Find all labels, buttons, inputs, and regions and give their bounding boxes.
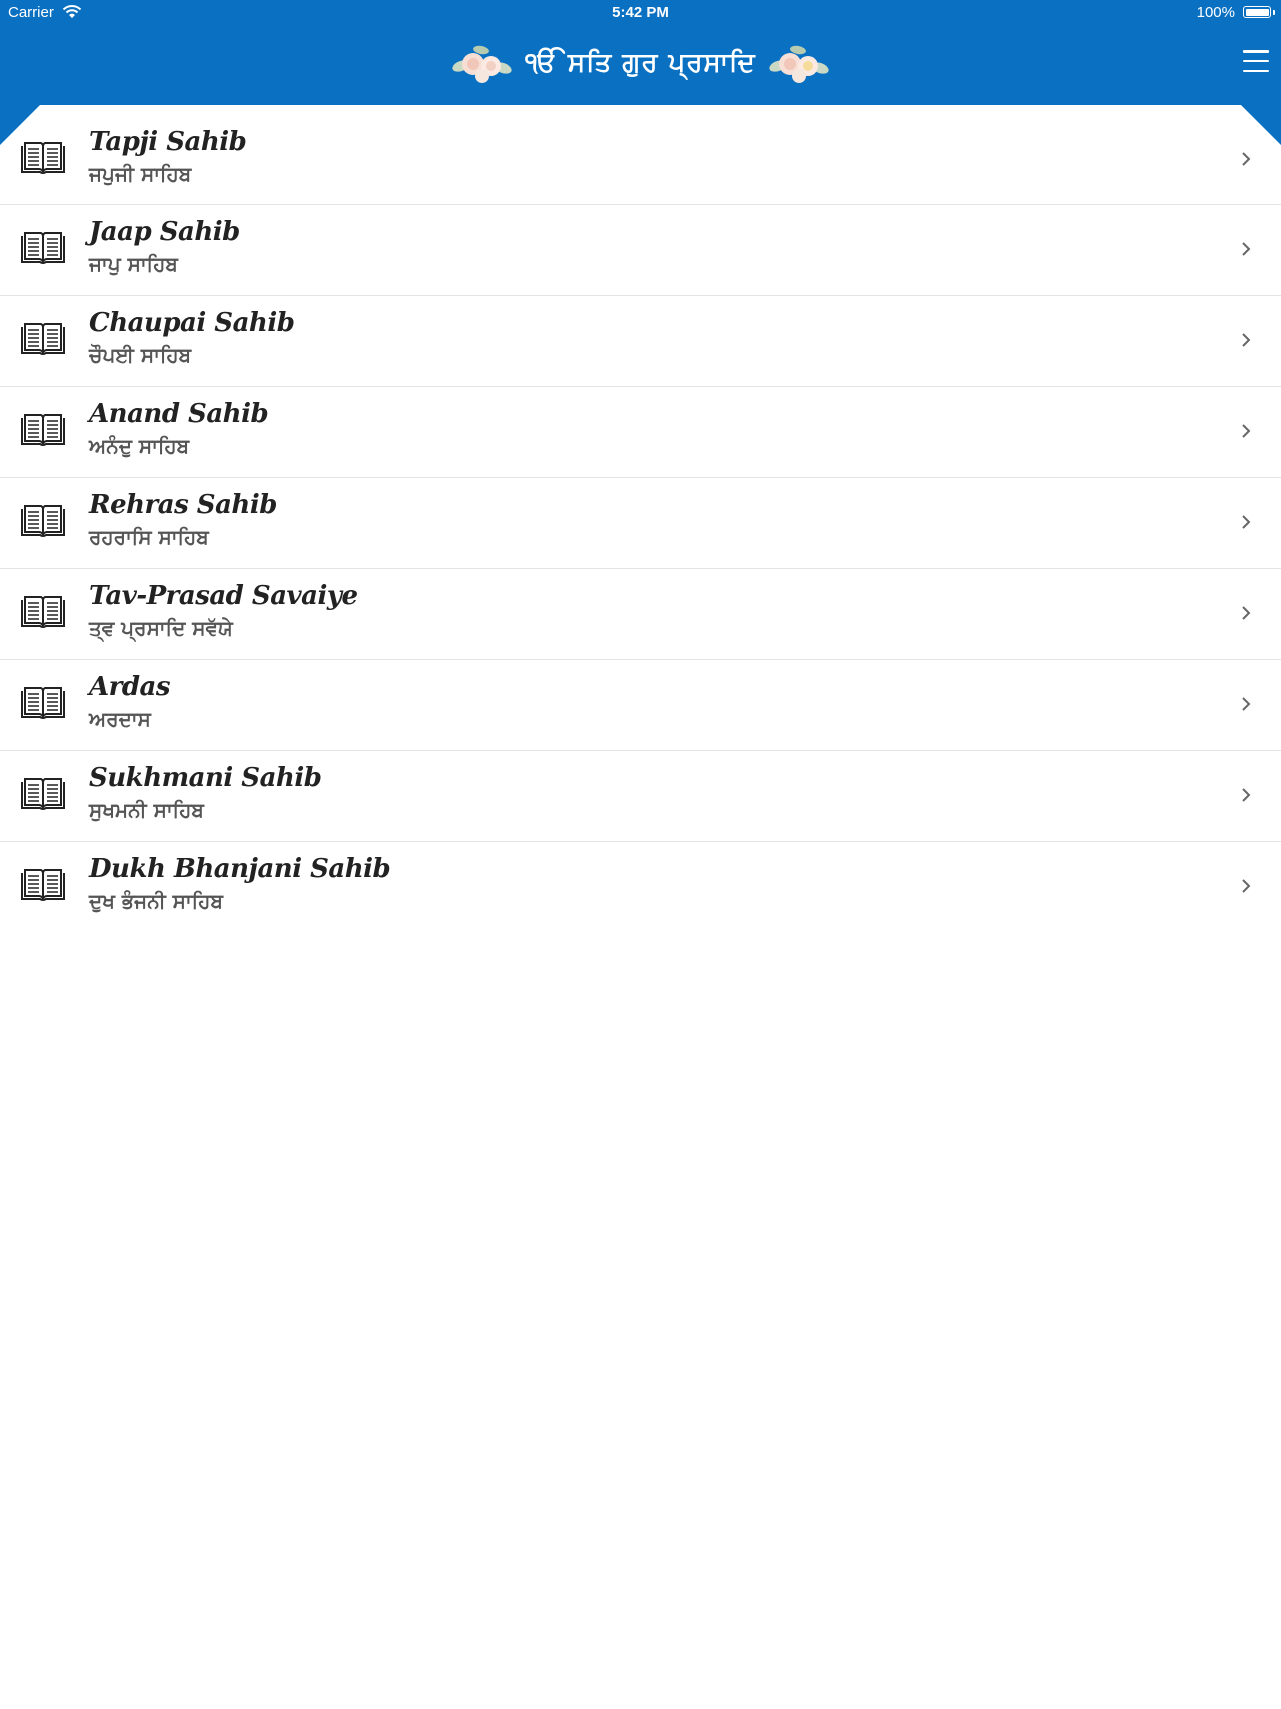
item-subtitle: ਅਨੰਦੁ ਸਾਹਿਬ xyxy=(89,434,190,458)
list-item[interactable]: Jaap Sahib ਜਾਪੁ ਸਾਹਿਬ xyxy=(0,205,1281,296)
open-book-icon xyxy=(21,778,65,810)
item-subtitle: ਜਪੁਜੀ ਸਾਹਿਬ xyxy=(89,162,192,186)
chevron-right-icon xyxy=(1242,697,1251,711)
open-book-icon xyxy=(21,596,65,628)
app-screen: Carrier 5:42 PM 100% ੴ ਸਤਿ ਗੁਰ ਪ੍ਰਸਾਦਿ T… xyxy=(0,0,1281,1709)
page-title: ੴ ਸਤਿ ਗੁਰ ਪ੍ਰਸਾਦਿ xyxy=(525,47,756,78)
chevron-right-icon xyxy=(1242,788,1251,802)
battery-icon xyxy=(1243,6,1275,18)
flower-icon xyxy=(452,45,512,83)
hamburger-menu-icon[interactable] xyxy=(1243,50,1269,72)
list-item[interactable]: Rehras Sahib ਰਹਰਾਸਿ ਸਾਹਿਬ xyxy=(0,478,1281,569)
chevron-right-icon xyxy=(1242,879,1251,893)
header-title-group: ੴ ਸਤਿ ਗੁਰ ਪ੍ਰਸਾਦਿ xyxy=(0,38,1281,88)
chevron-right-icon xyxy=(1242,606,1251,620)
item-subtitle: ਤ੍ਵ ਪ੍ਰਸਾਦਿ ਸਵੱਯੇ xyxy=(89,616,233,640)
open-book-icon xyxy=(21,414,65,446)
list-item[interactable]: Tapji Sahib ਜਪੁਜੀ ਸਾਹਿਬ xyxy=(0,115,1281,205)
item-title: Anand Sahib xyxy=(89,399,269,429)
item-title: Rehras Sahib xyxy=(89,490,277,520)
open-book-icon xyxy=(21,505,65,537)
chevron-right-icon xyxy=(1242,242,1251,256)
battery-percent: 100% xyxy=(1196,4,1235,21)
item-subtitle: ਅਰਦਾਸ xyxy=(89,707,151,731)
bani-list: Tapji Sahib ਜਪੁਜੀ ਸਾਹਿਬ Jaap Sahib ਜਾਪੁ … xyxy=(0,115,1281,932)
item-subtitle: ਰਹਰਾਸਿ ਸਾਹਿਬ xyxy=(89,525,209,549)
chevron-right-icon xyxy=(1242,424,1251,438)
list-item[interactable]: Sukhmani Sahib ਸੁਖਮਨੀ ਸਾਹਿਬ xyxy=(0,751,1281,842)
item-subtitle: ਸੁਖਮਨੀ ਸਾਹਿਬ xyxy=(89,798,204,822)
item-title: Dukh Bhanjani Sahib xyxy=(89,854,391,884)
chevron-right-icon xyxy=(1242,333,1251,347)
open-book-icon xyxy=(21,687,65,719)
list-item[interactable]: Chaupai Sahib ਚੌਪਈ ਸਾਹਿਬ xyxy=(0,296,1281,387)
list-item[interactable]: Tav-Prasad Savaiye ਤ੍ਵ ਪ੍ਰਸਾਦਿ ਸਵੱਯੇ xyxy=(0,569,1281,660)
list-item[interactable]: Dukh Bhanjani Sahib ਦੁਖ ਭੰਜਨੀ ਸਾਹਿਬ xyxy=(0,842,1281,932)
status-bar: Carrier 5:42 PM 100% xyxy=(0,0,1281,26)
item-title: Sukhmani Sahib xyxy=(89,763,322,793)
list-item[interactable]: Anand Sahib ਅਨੰਦੁ ਸਾਹਿਬ xyxy=(0,387,1281,478)
item-title: Tapji Sahib xyxy=(89,127,247,157)
nav-header: Carrier 5:42 PM 100% ੴ ਸਤਿ ਗੁਰ ਪ੍ਰਸਾਦਿ xyxy=(0,0,1281,105)
open-book-icon xyxy=(21,323,65,355)
item-title: Jaap Sahib xyxy=(89,217,240,247)
item-title: Tav-Prasad Savaiye xyxy=(89,581,358,611)
list-item[interactable]: Ardas ਅਰਦਾਸ xyxy=(0,660,1281,751)
item-subtitle: ਦੁਖ ਭੰਜਨੀ ਸਾਹਿਬ xyxy=(89,889,223,913)
open-book-icon xyxy=(21,142,65,174)
item-title: Chaupai Sahib xyxy=(89,308,295,338)
chevron-right-icon xyxy=(1242,515,1251,529)
item-subtitle: ਜਾਪੁ ਸਾਹਿਬ xyxy=(89,252,178,276)
open-book-icon xyxy=(21,232,65,264)
chevron-right-icon xyxy=(1242,152,1251,166)
flower-icon xyxy=(769,45,829,83)
open-book-icon xyxy=(21,869,65,901)
item-subtitle: ਚੌਪਈ ਸਾਹਿਬ xyxy=(89,343,192,367)
clock-label: 5:42 PM xyxy=(612,4,669,21)
item-title: Ardas xyxy=(89,672,171,702)
